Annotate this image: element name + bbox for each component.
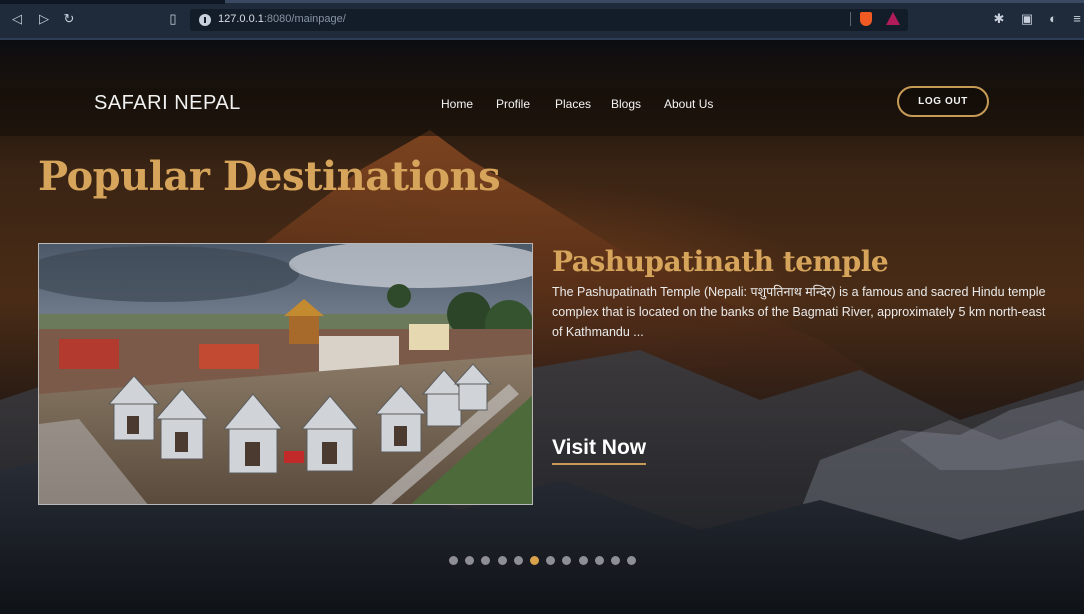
site-info-icon[interactable] bbox=[199, 14, 211, 26]
brave-rewards-icon[interactable] bbox=[886, 12, 900, 25]
toolbar-separator bbox=[850, 12, 851, 26]
back-icon[interactable]: ◁ bbox=[10, 12, 24, 26]
address-bar[interactable]: 127.0.0.1:8080/mainpage/ bbox=[190, 9, 908, 31]
carousel-dot[interactable] bbox=[611, 556, 620, 565]
destination-title: Pashupatinath temple bbox=[552, 245, 889, 278]
logout-button[interactable]: LOG OUT bbox=[897, 86, 989, 117]
bookmark-icon[interactable]: ▯ bbox=[166, 12, 180, 26]
section-title: Popular Destinations bbox=[38, 153, 501, 200]
tab-strip bbox=[0, 0, 225, 4]
nav-profile[interactable]: Profile bbox=[496, 97, 530, 111]
site-logo[interactable]: SAFARI NEPAL bbox=[94, 92, 241, 115]
url-host: 127.0.0.1 bbox=[218, 13, 264, 25]
carousel-dot[interactable] bbox=[449, 556, 458, 565]
carousel-dot[interactable] bbox=[513, 556, 523, 565]
sidebar-icon[interactable]: ▣ bbox=[1020, 12, 1034, 26]
nav-home[interactable]: Home bbox=[441, 97, 473, 111]
temple-photo-illustration bbox=[39, 244, 532, 504]
visit-now-link[interactable]: Visit Now bbox=[552, 436, 647, 465]
menu-icon[interactable]: ≡ bbox=[1070, 12, 1084, 26]
page-content: SAFARI NEPAL Home Profile Places Blogs A… bbox=[0, 40, 1084, 614]
profile-icon[interactable]: ◐ bbox=[1046, 12, 1060, 26]
url-path: :8080/mainpage/ bbox=[263, 13, 346, 25]
nav-blogs[interactable]: Blogs bbox=[611, 97, 641, 111]
brave-shields-icon[interactable] bbox=[860, 12, 872, 26]
destination-description: The Pashupatinath Temple (Nepali: पशुपति… bbox=[552, 285, 1046, 339]
extensions-icon[interactable]: ✱ bbox=[992, 12, 1006, 26]
carousel-dot[interactable] bbox=[497, 556, 507, 565]
nav-places[interactable]: Places bbox=[555, 97, 591, 111]
url-text[interactable]: 127.0.0.1:8080/mainpage/ bbox=[218, 13, 346, 25]
forward-icon[interactable]: ▷ bbox=[37, 12, 51, 26]
carousel-dot[interactable] bbox=[578, 556, 588, 565]
reload-icon[interactable]: ↻ bbox=[62, 12, 76, 26]
destination-photo bbox=[38, 243, 533, 505]
browser-toolbar: ◁ ▷ ↻ ▯ 127.0.0.1:8080/mainpage/ ✱ ▣ ◐ ≡ bbox=[0, 0, 1084, 40]
carousel-dot[interactable] bbox=[594, 556, 604, 565]
nav-about-us[interactable]: About Us bbox=[664, 97, 713, 111]
carousel-dot[interactable] bbox=[530, 556, 539, 565]
